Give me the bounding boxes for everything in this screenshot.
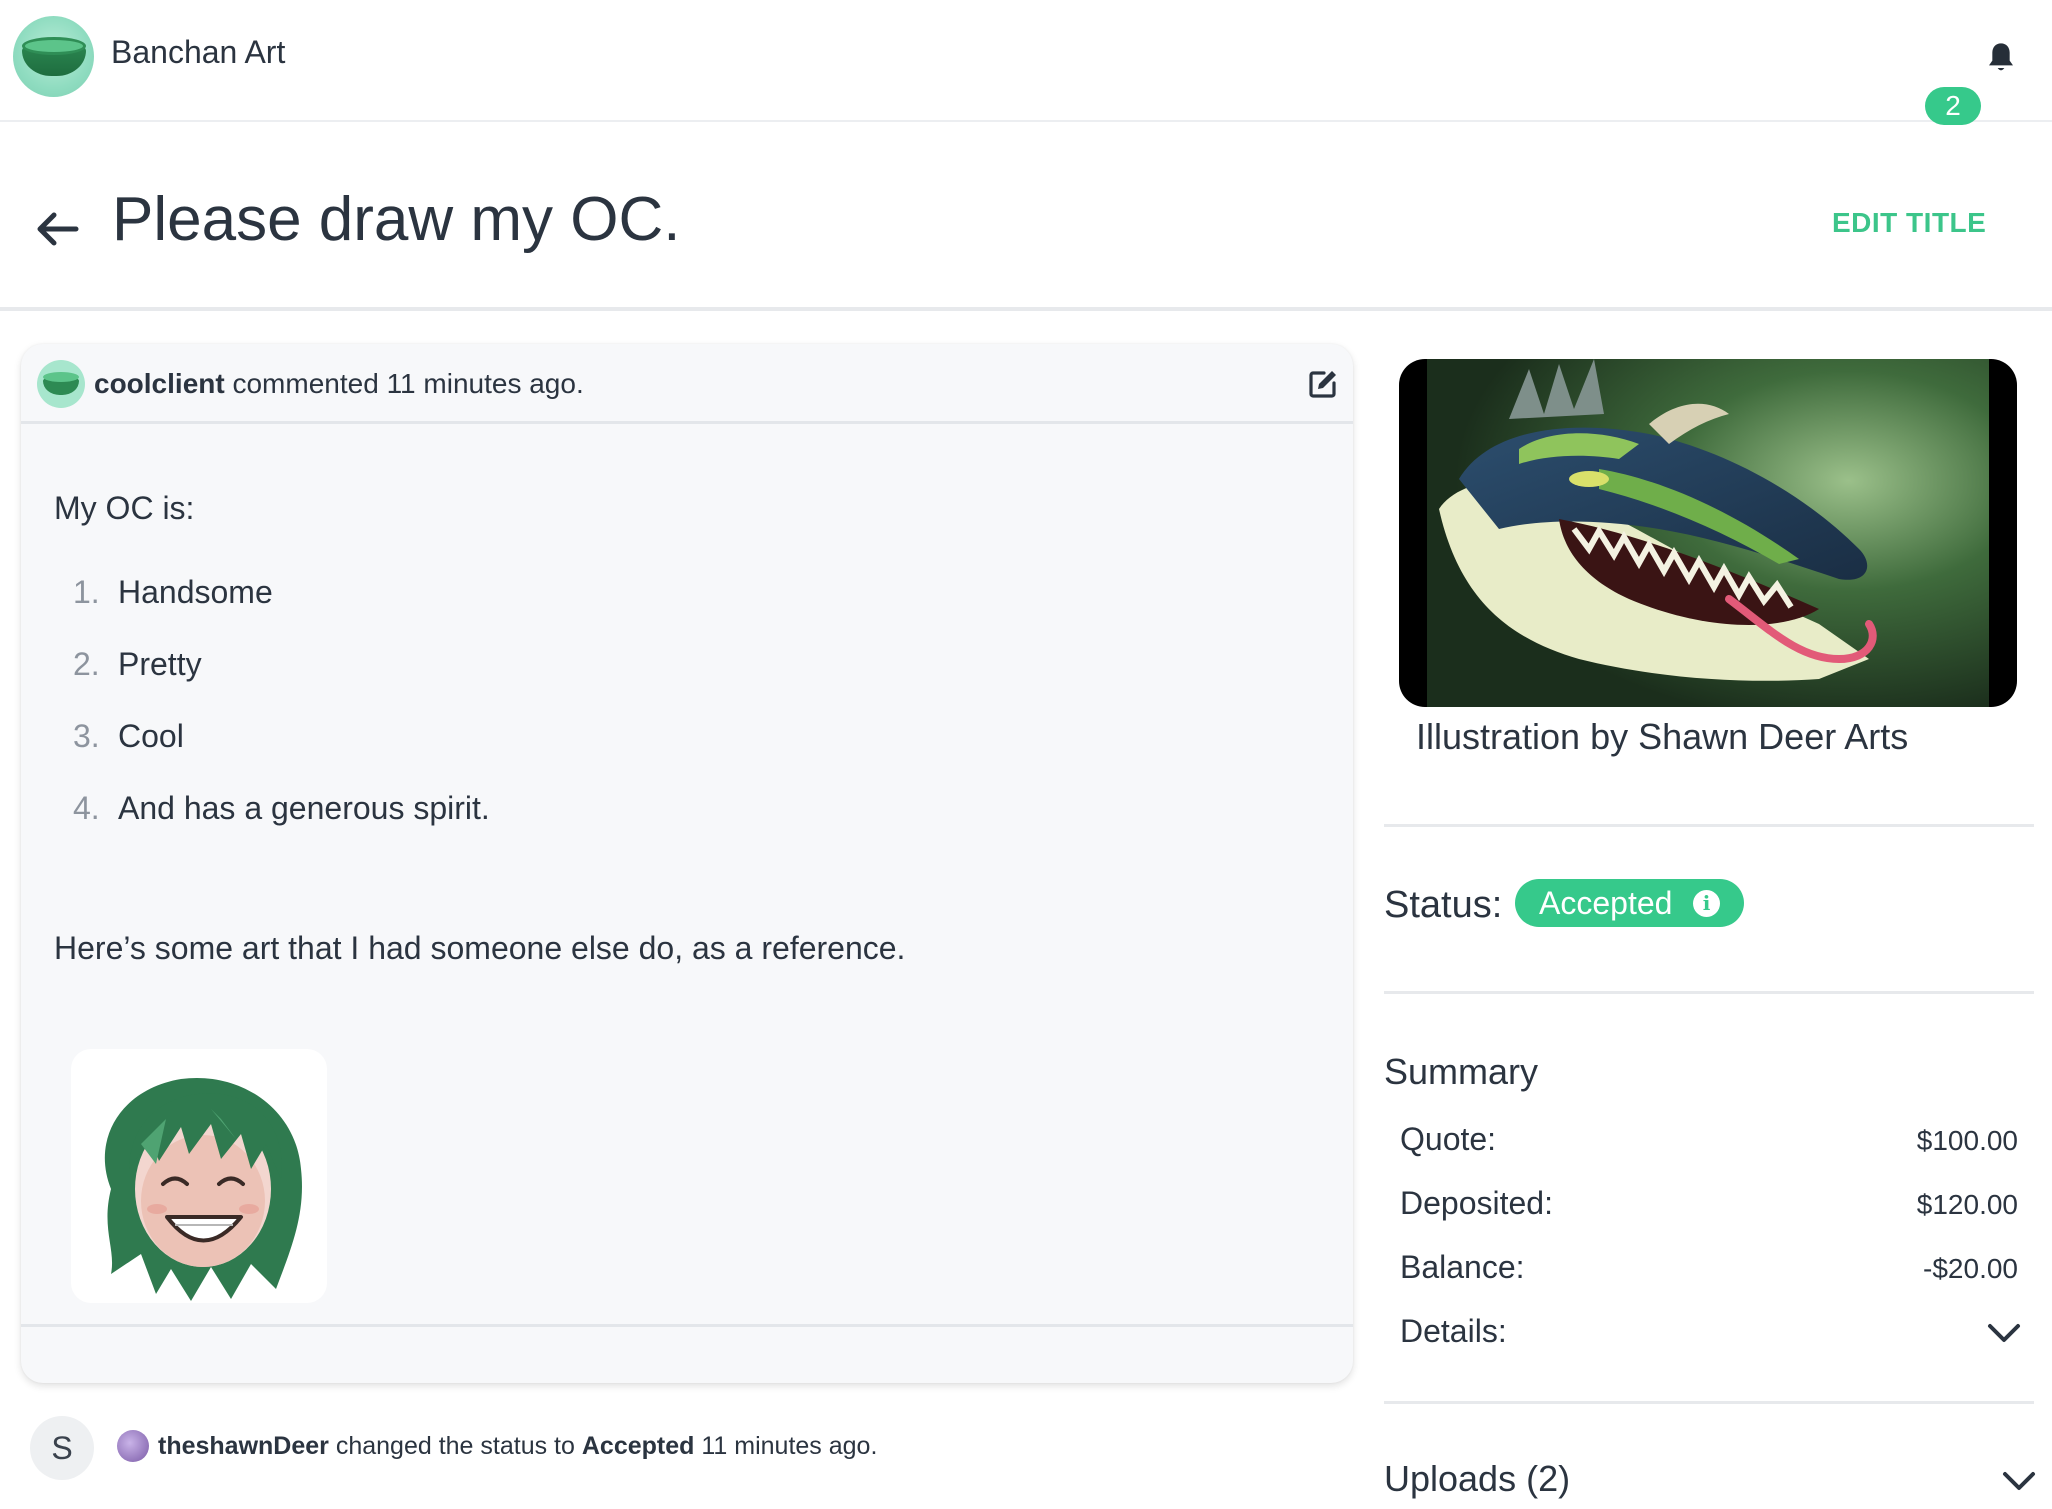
bell-icon[interactable] bbox=[1985, 40, 2017, 76]
back-arrow-icon[interactable] bbox=[32, 204, 82, 254]
app-name[interactable]: Banchan Art bbox=[111, 34, 285, 71]
trait-list: 1. Handsome 2. Pretty 3. Cool 4. And has a g… bbox=[73, 574, 490, 862]
status-value: Accepted bbox=[1539, 885, 1673, 921]
status-label: Status: bbox=[1384, 884, 1503, 926]
list-item: 3. Cool bbox=[73, 718, 184, 754]
summary-row-deposited: Deposited: $120.00 bbox=[1400, 1185, 2018, 1221]
divider bbox=[21, 1324, 1353, 1327]
reference-attachment[interactable] bbox=[71, 1049, 327, 1303]
details-toggle[interactable]: Details: bbox=[1400, 1313, 2018, 1363]
comment-author[interactable]: coolclient bbox=[94, 368, 225, 399]
comment-action: commented bbox=[232, 368, 379, 399]
comment-intro: My OC is: bbox=[54, 490, 195, 526]
status-badge[interactable]: Accepted i bbox=[1515, 879, 1744, 927]
dragon-illustration-image bbox=[1427, 359, 1989, 707]
summary-row-quote: Quote: $100.00 bbox=[1400, 1121, 2018, 1157]
info-icon[interactable]: i bbox=[1693, 890, 1720, 917]
comment-card: coolclient commented 11 minutes ago. My … bbox=[21, 344, 1353, 1383]
character-thumbnail-image bbox=[104, 1077, 302, 1301]
activity-user[interactable]: theshawnDeer bbox=[158, 1432, 329, 1460]
edit-title-button[interactable]: EDIT TITLE bbox=[1832, 207, 1986, 239]
divider bbox=[1384, 1401, 2034, 1404]
activity-status: Accepted bbox=[581, 1432, 695, 1460]
illustration-caption: Illustration by Shawn Deer Arts bbox=[1416, 716, 1909, 757]
edit-icon[interactable] bbox=[1307, 368, 1339, 400]
list-item: 1. Handsome bbox=[73, 574, 273, 610]
comment-time: 11 minutes ago. bbox=[386, 368, 584, 399]
summary-title: Summary bbox=[1384, 1051, 1539, 1092]
top-bar: Banchan Art 2 bbox=[0, 0, 2052, 125]
app-logo[interactable] bbox=[13, 16, 94, 97]
chevron-down-icon[interactable] bbox=[1986, 1321, 2022, 1345]
divider bbox=[1384, 991, 2034, 994]
comment-closing: Here’s some art that I had someone else … bbox=[54, 930, 906, 966]
avatar[interactable]: S bbox=[30, 1416, 94, 1480]
notification-count-badge[interactable]: 2 bbox=[1925, 87, 1981, 125]
avatar[interactable] bbox=[37, 360, 85, 408]
comment-meta: coolclient commented 11 minutes ago. bbox=[94, 368, 584, 400]
comment-header: coolclient commented 11 minutes ago. bbox=[21, 344, 1353, 424]
list-item: 2. Pretty bbox=[73, 646, 202, 682]
hero-illustration[interactable] bbox=[1399, 359, 2017, 707]
list-item: 4. And has a generous spirit. bbox=[73, 790, 490, 826]
uploads-toggle[interactable]: Uploads (2) bbox=[1384, 1458, 1570, 1500]
divider bbox=[1384, 824, 2034, 827]
activity-entry: theshawnDeer changed the status to Accep… bbox=[158, 1432, 878, 1460]
chevron-down-icon[interactable] bbox=[2001, 1469, 2037, 1493]
summary-row-balance: Balance: -$20.00 bbox=[1400, 1249, 2018, 1285]
avatar[interactable] bbox=[117, 1430, 149, 1462]
title-row: Please draw my OC. EDIT TITLE bbox=[0, 124, 2052, 311]
page-title: Please draw my OC. bbox=[112, 185, 681, 254]
